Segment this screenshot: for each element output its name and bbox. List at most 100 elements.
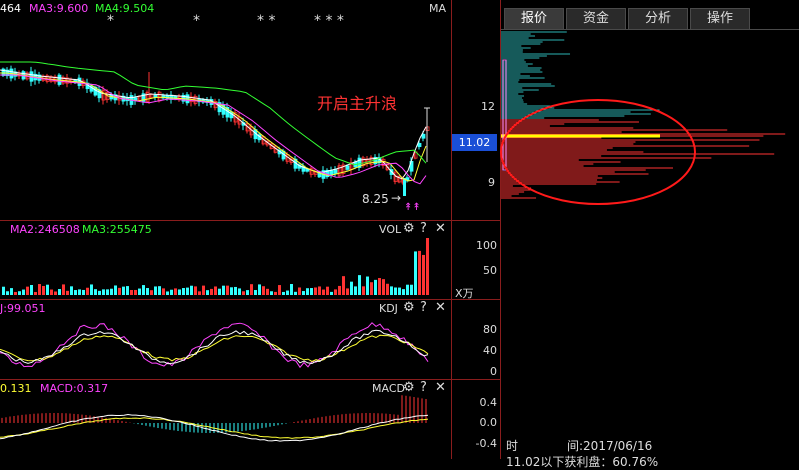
volume-bar bbox=[22, 289, 25, 295]
vol-unit: X万 bbox=[455, 287, 474, 300]
vol-indicator-ma3: MA3:255475 bbox=[82, 223, 152, 236]
volume-bar bbox=[358, 275, 361, 295]
volume-bar bbox=[254, 290, 257, 295]
kdj-tick-40: 40 bbox=[483, 344, 497, 357]
volume-bar bbox=[250, 284, 253, 295]
date-label: 间:2017/06/16 bbox=[567, 439, 653, 453]
vol-panel-name: VOL bbox=[379, 223, 402, 236]
macd-close-icon[interactable]: ✕ bbox=[435, 381, 446, 395]
volume-bar bbox=[354, 286, 357, 295]
volume-bar bbox=[198, 291, 201, 295]
volume-bar bbox=[50, 289, 53, 295]
volume-bar bbox=[162, 288, 165, 295]
kdj-settings-icon[interactable]: ⚙ bbox=[403, 301, 415, 315]
volume-bar bbox=[202, 285, 205, 295]
volume-bar bbox=[70, 286, 73, 295]
volume-bar bbox=[330, 291, 333, 295]
kdj-tick-0: 0 bbox=[490, 365, 497, 378]
tabs-underline bbox=[501, 29, 799, 30]
volume-bar bbox=[318, 286, 321, 295]
volume-bar bbox=[26, 286, 29, 295]
low-price-label: 8.25 bbox=[362, 192, 389, 206]
volume-bar bbox=[78, 289, 81, 295]
volume-bar bbox=[10, 288, 13, 295]
volume-bar bbox=[218, 288, 221, 295]
tab-funds[interactable]: 资金 bbox=[566, 8, 626, 29]
volume-bar bbox=[302, 291, 305, 295]
macd-panel-name: MACD bbox=[372, 382, 405, 395]
volume-bar bbox=[106, 289, 109, 295]
volume-bar bbox=[102, 289, 105, 295]
volume-bar bbox=[406, 284, 409, 295]
macd-help-icon[interactable]: ? bbox=[420, 381, 427, 395]
macd-indicator-dif: 0.131 bbox=[0, 382, 32, 395]
low-marker-arrows: ↟↟ bbox=[404, 202, 421, 213]
volume-bar bbox=[214, 286, 217, 295]
volume-bar bbox=[42, 285, 45, 295]
kdj-help-icon[interactable]: ? bbox=[420, 301, 427, 315]
volume-bar bbox=[74, 290, 77, 295]
volume-bar bbox=[386, 283, 389, 295]
volume-bar bbox=[190, 285, 193, 295]
volume-bar bbox=[110, 288, 113, 295]
volume-bar bbox=[66, 290, 69, 295]
volume-bar bbox=[298, 287, 301, 295]
volume-bar bbox=[114, 285, 117, 295]
volume-bar bbox=[270, 291, 273, 295]
volume-bar bbox=[262, 286, 265, 295]
kdj-close-icon[interactable]: ✕ bbox=[435, 301, 446, 315]
volume-bar bbox=[306, 288, 309, 295]
low-price-arrow: → bbox=[391, 191, 402, 205]
main-indicator-0: 464 bbox=[0, 2, 21, 15]
tab-analysis[interactable]: 分析 bbox=[628, 8, 688, 29]
volume-bar bbox=[418, 250, 421, 295]
volume-bar bbox=[334, 289, 337, 295]
volume-bar bbox=[342, 276, 345, 295]
volume-bar bbox=[46, 284, 49, 295]
candle-body bbox=[333, 169, 338, 174]
volume-bar bbox=[6, 291, 9, 295]
kdj-line-k bbox=[0, 329, 429, 365]
volume-bar bbox=[346, 288, 349, 295]
candle-body bbox=[345, 165, 350, 170]
profit-ratio-label: 11.02以下获利盘：60.76% bbox=[506, 455, 659, 469]
volume-bar bbox=[350, 281, 353, 295]
volume-bar bbox=[378, 278, 381, 295]
kdj-panel-name: KDJ bbox=[379, 302, 398, 315]
macd-settings-icon[interactable]: ⚙ bbox=[403, 381, 415, 395]
ma-label[interactable]: MA bbox=[429, 2, 446, 15]
macd-line-dea bbox=[0, 417, 429, 439]
volume-bar bbox=[258, 284, 261, 295]
macd-tick-neg: -0.4 bbox=[475, 437, 497, 450]
volume-bar bbox=[282, 291, 285, 295]
volume-bar bbox=[374, 279, 377, 295]
marker-star: * bbox=[107, 13, 114, 29]
volume-bar bbox=[394, 287, 397, 295]
volume-bar bbox=[58, 289, 61, 295]
volume-bar bbox=[98, 290, 101, 295]
volume-bar bbox=[34, 291, 37, 295]
vol-help-icon[interactable]: ? bbox=[420, 222, 427, 236]
volume-bar bbox=[322, 289, 325, 295]
volume-bar bbox=[222, 285, 225, 295]
volume-bar bbox=[238, 288, 241, 295]
macd-tick-zero: 0.0 bbox=[479, 416, 498, 429]
kdj-line-j bbox=[0, 322, 429, 369]
vol-close-icon[interactable]: ✕ bbox=[435, 222, 446, 236]
volume-bar bbox=[150, 290, 153, 295]
time-label: 时 bbox=[506, 439, 519, 453]
volume-bar bbox=[242, 291, 245, 295]
volume-bar bbox=[366, 276, 369, 295]
tab-operation[interactable]: 操作 bbox=[690, 8, 750, 29]
volume-bar bbox=[30, 285, 33, 295]
volume-bar bbox=[138, 288, 141, 295]
volume-bar bbox=[246, 290, 249, 295]
volume-bar bbox=[14, 291, 17, 295]
marker-star: * * * bbox=[314, 13, 344, 29]
tab-quote[interactable]: 报价 bbox=[504, 8, 564, 29]
vol-settings-icon[interactable]: ⚙ bbox=[403, 222, 415, 236]
marker-star: * * bbox=[257, 13, 276, 29]
volume-bar bbox=[234, 286, 237, 295]
volume-bar bbox=[54, 291, 57, 295]
volume-bar bbox=[194, 286, 197, 295]
